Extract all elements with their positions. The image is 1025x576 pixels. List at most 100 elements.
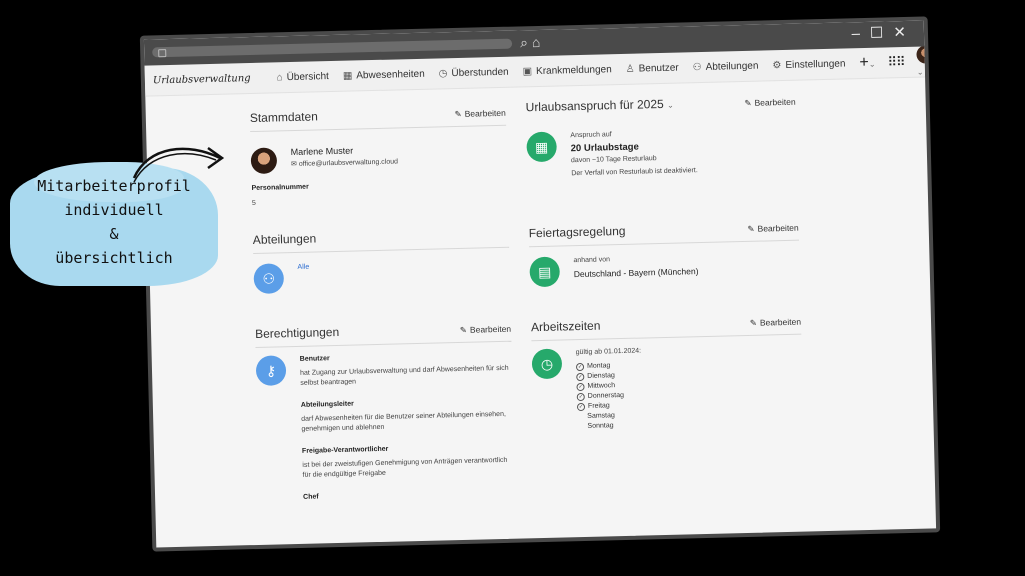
section-title: Arbeitszeiten <box>530 318 601 335</box>
profile-photo <box>250 147 278 175</box>
map-icon: ▤ <box>529 256 561 288</box>
pencil-icon: ✎ <box>454 108 462 120</box>
nav-item-label: Krankmeldungen <box>535 63 612 77</box>
check-icon: ✓ <box>576 382 585 392</box>
role-description: ist bei der zweistufigen Genehmigung von… <box>302 456 508 479</box>
home-icon[interactable]: ⌂ <box>532 34 541 50</box>
chevron-down-icon: ⌄ <box>868 59 876 69</box>
person-detail-content: Stammdaten ✎ Bearbeiten Marlene Muster ✉ o… <box>145 77 936 548</box>
day-label: Sonntag <box>587 422 614 430</box>
user-icon: ♙ <box>625 63 635 75</box>
anspruch-label: Anspruch auf <box>570 131 612 140</box>
chevron-down-icon: ⌄ <box>916 67 924 77</box>
check-icon: ✓ <box>576 402 586 412</box>
nav-item-label: Abwesenheiten <box>356 68 425 81</box>
search-icon[interactable]: ⌕ <box>520 34 528 50</box>
pencil-icon: ✎ <box>749 317 758 328</box>
users-icon: ⚇ <box>253 263 285 294</box>
edit-feiertagsregelung-button[interactable]: ✎ Bearbeiten <box>747 223 799 235</box>
role-description: hat Zugang zur Urlaubsverwaltung und dar… <box>300 364 509 387</box>
day-label: Samstag <box>587 412 615 420</box>
browser-toolbar-icons: ⌕ ⌂ <box>520 34 541 51</box>
edit-label: Bearbeiten <box>757 222 799 234</box>
arbeitszeiten-card: Arbeitszeiten ✎ Bearbeiten ◷ gültig ab 01.… <box>530 313 804 434</box>
medical-bag-icon: ▣ <box>522 65 533 77</box>
stammdaten-card: Stammdaten ✎ Bearbeiten Marlene Muster ✉ o… <box>249 104 508 209</box>
app-grid-icon[interactable]: ⠿⠿ <box>887 54 904 70</box>
minimize-icon[interactable]: – <box>851 25 870 42</box>
verfall-note: Der Verfall von Resturlaub ist deaktivie… <box>571 167 698 178</box>
edit-stammdaten-button[interactable]: ✎ Bearbeiten <box>454 108 506 120</box>
edit-label: Bearbeiten <box>759 316 802 328</box>
feiertag-region: Deutschland - Bayern (München) <box>573 266 699 280</box>
day-label: Mittwoch <box>587 382 616 390</box>
calendar-icon: ▦ <box>526 131 558 163</box>
day-label: Montag <box>586 362 611 370</box>
add-menu-button[interactable]: +⌄ <box>859 54 875 72</box>
caption-line: übersichtlich <box>55 249 173 267</box>
role-name: Benutzer <box>299 355 330 363</box>
section-title: Stammdaten <box>249 109 319 126</box>
site-settings-icon[interactable] <box>158 49 167 58</box>
browser-window: ⌕ ⌂ –☐✕ Urlaubsverwaltung ⌂ Übersicht ▦ Ab… <box>139 16 941 552</box>
role-name: Abteilungsleiter <box>300 400 354 409</box>
abteilung-link[interactable]: Alle <box>297 263 309 293</box>
home-icon: ⌂ <box>276 71 283 83</box>
user-menu-button[interactable]: ⌄ <box>916 45 935 77</box>
address-bar[interactable] <box>152 38 513 58</box>
nav-item-krankmeldungen[interactable]: ▣ Krankmeldungen <box>523 64 612 77</box>
check-icon: ✓ <box>576 372 585 382</box>
workday-item: Sonntag <box>577 421 643 433</box>
section-title: Abteilungen <box>252 231 317 248</box>
urlaubstage-value: 20 Urlaubstage <box>570 141 639 155</box>
day-label: Freitag <box>587 402 610 410</box>
year-selector[interactable]: Urlaubsanspruch für 2025 <box>526 97 664 114</box>
edit-berechtigungen-button[interactable]: ✎ Bearbeiten <box>460 324 512 336</box>
app-logo[interactable]: Urlaubsverwaltung <box>153 73 251 86</box>
nav-item-abteilungen[interactable]: ⚇ Abteilungen <box>693 60 759 73</box>
plus-icon: + <box>859 53 869 72</box>
key-icon: ⚷ <box>255 355 287 386</box>
section-title[interactable]: Urlaubsanspruch für 2025 ⌄ <box>526 97 674 114</box>
gear-icon: ⚙ <box>772 59 782 71</box>
clock-icon: ◷ <box>438 67 448 79</box>
caption-line: & <box>109 225 119 243</box>
nav-item-abwesenheiten[interactable]: ▦ Abwesenheiten <box>343 68 425 81</box>
promo-stage: Mitarbeiterprofil individuell & übersich… <box>0 0 1025 576</box>
person-name: Marlene Muster <box>290 145 354 158</box>
maximize-icon[interactable]: ☐ <box>870 24 894 42</box>
personalnummer-label: Personalnummer <box>251 183 309 193</box>
nav-item-label: Übersicht <box>286 70 330 83</box>
window-controls: –☐✕ <box>851 23 916 43</box>
nav-item-einstellungen[interactable]: ⚙ Einstellungen <box>772 58 845 71</box>
person-email[interactable]: office@urlaubsverwaltung.cloud <box>299 158 398 167</box>
caption-line: individuell <box>64 201 164 219</box>
nav-item-label: Überstunden <box>451 66 509 79</box>
section-title: Berechtigungen <box>254 324 340 341</box>
workday-list: ✓ Montag ✓ Dienstag ✓ Mittwoch ✓ Donnerstag … <box>575 361 643 433</box>
mail-icon: ✉ <box>290 160 299 169</box>
edit-label: Bearbeiten <box>464 107 506 119</box>
nav-item-uebersicht[interactable]: ⌂ Übersicht <box>276 71 329 83</box>
nav-item-label: Einstellungen <box>785 57 846 71</box>
calendar-icon: ▦ <box>342 70 353 82</box>
section-title: Feiertagsregelung <box>528 223 626 241</box>
edit-label: Bearbeiten <box>754 96 796 108</box>
check-icon: ✓ <box>575 362 585 372</box>
edit-label: Bearbeiten <box>469 323 512 335</box>
chevron-down-icon: ⌄ <box>667 100 674 110</box>
berechtigungen-card: Berechtigungen ✎ Bearbeiten ⚷ Benutzer hat… <box>254 320 515 504</box>
abteilungen-card: Abteilungen ⚇ Alle <box>252 226 510 294</box>
edit-urlaubsanspruch-button[interactable]: ✎ Bearbeiten <box>744 97 796 109</box>
avatar <box>916 45 935 64</box>
nav-item-ueberstunden[interactable]: ◷ Überstunden <box>439 66 509 79</box>
nav-item-benutzer[interactable]: ♙ Benutzer <box>626 62 679 74</box>
nav-actions: +⌄ ⠿⠿ ⌄ <box>859 45 935 79</box>
anhand-label: anhand von <box>573 256 611 265</box>
nav-item-label: Benutzer <box>638 62 679 75</box>
edit-arbeitszeiten-button[interactable]: ✎ Bearbeiten <box>750 317 802 329</box>
close-icon[interactable]: ✕ <box>893 24 916 42</box>
clock-icon: ◷ <box>531 348 563 380</box>
role-name: Chef <box>303 493 319 501</box>
urlaubsanspruch-card: Urlaubsanspruch für 2025 ⌄ ✎ Bearbeiten ▦ … <box>526 94 798 181</box>
